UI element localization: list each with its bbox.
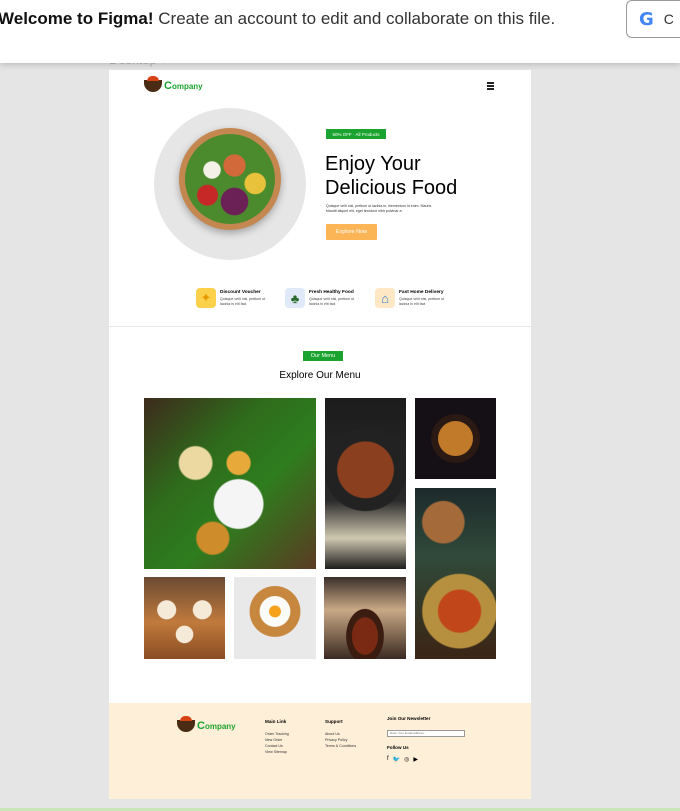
- feature-desc: Quisque velit nisi, pretium ut lacinia i…: [399, 297, 445, 306]
- feature-desc: Quisque velit nisi, pretium ut lacinia i…: [220, 297, 266, 306]
- section-divider: [109, 326, 531, 327]
- footer-newsletter: Join Our Newsletter Follow Us f 🐦 ◎ ▶: [387, 716, 465, 763]
- menu-image-curry-pan[interactable]: [325, 398, 406, 569]
- twitter-icon[interactable]: 🐦: [393, 756, 400, 763]
- follow-us-heading: Follow Us: [387, 745, 409, 750]
- brand-initial: C: [197, 720, 205, 732]
- instagram-icon[interactable]: ◎: [404, 756, 409, 763]
- hero-food-bowl-image: [179, 128, 281, 230]
- menu-image-fried-snack[interactable]: [415, 398, 496, 479]
- menu-badge: Our Menu: [303, 351, 343, 361]
- newsletter-heading: Join Our Newsletter: [387, 716, 431, 721]
- footer-logo[interactable]: Company: [177, 716, 236, 732]
- explore-now-button[interactable]: Explore Now: [326, 224, 377, 240]
- banner-body: Create an account to edit and collaborat…: [158, 9, 556, 28]
- voucher-icon: ✦: [196, 288, 216, 308]
- basket-icon: ♣: [285, 288, 305, 308]
- feature-desc: Quisque velit nisi, pretium ut lacinia i…: [309, 297, 355, 306]
- promo-badge: 50% OFF · All Products: [326, 129, 386, 139]
- social-links: f 🐦 ◎ ▶: [387, 756, 465, 763]
- bowl-icon: [177, 716, 195, 732]
- house-icon: ⌂: [375, 288, 395, 308]
- hero-title: Enjoy Your Delicious Food: [325, 152, 495, 200]
- footer-support-links: Support About Us Privacy Policy Terms & …: [325, 719, 356, 749]
- brand-initial: C: [164, 80, 172, 92]
- desktop-frame: Company 50% OFF · All Products Enjoy You…: [109, 70, 531, 799]
- hero-title-line2: Delicious Food: [325, 177, 458, 199]
- feature-title: Fresh Healthy Food: [309, 290, 354, 295]
- footer-heading: Main Link: [265, 719, 287, 724]
- feature-home-delivery: ⌂ Fast Home Delivery Quisque velit nisi,…: [375, 288, 451, 308]
- feature-title: Discount Voucher: [220, 290, 261, 295]
- footer-heading: Support: [325, 719, 343, 724]
- brand-rest: ompany: [171, 82, 203, 91]
- footer-link[interactable]: Terms & Conditions: [325, 743, 356, 749]
- banner-welcome: Welcome to Figma!: [0, 9, 154, 28]
- facebook-icon[interactable]: f: [387, 756, 389, 763]
- bowl-icon: [144, 76, 162, 92]
- google-signin-button[interactable]: G C: [626, 0, 680, 38]
- hamburger-menu-icon[interactable]: [487, 82, 494, 90]
- brand-rest: ompany: [204, 722, 236, 731]
- footer-link[interactable]: View Sitemap: [265, 749, 289, 755]
- feature-fresh-food: ♣ Fresh Healthy Food Quisque velit nisi,…: [285, 288, 361, 308]
- feature-discount-voucher: ✦ Discount Voucher Quisque velit nisi, p…: [196, 288, 272, 308]
- menu-image-egg-toast[interactable]: [234, 577, 316, 659]
- site-footer: Company Main Link Order Tracking New Ord…: [109, 703, 531, 799]
- newsletter-email-input[interactable]: [387, 729, 465, 737]
- youtube-icon[interactable]: ▶: [413, 756, 418, 763]
- menu-image-copper-pot-curry[interactable]: [415, 488, 496, 659]
- feature-title: Fast Home Delivery: [399, 290, 444, 295]
- figma-signup-banner: Welcome to Figma! Create an account to e…: [0, 0, 680, 63]
- hero-description: Quisque velit nisi, pretium ut lacinia i…: [326, 204, 432, 213]
- footer-main-links: Main Link Order Tracking New Order Conta…: [265, 719, 289, 755]
- hero-title-line1: Enjoy Your: [325, 153, 421, 175]
- menu-title: Explore Our Menu: [279, 370, 361, 381]
- menu-image-cupcakes[interactable]: [144, 577, 225, 659]
- google-icon: G: [639, 8, 654, 30]
- menu-image-banana-leaf-meal[interactable]: [144, 398, 316, 569]
- brand-logo[interactable]: Company: [144, 76, 203, 92]
- menu-image-sizzler-plate[interactable]: [324, 577, 406, 659]
- google-signin-label: C: [663, 11, 674, 27]
- banner-message: Welcome to Figma! Create an account to e…: [0, 9, 555, 29]
